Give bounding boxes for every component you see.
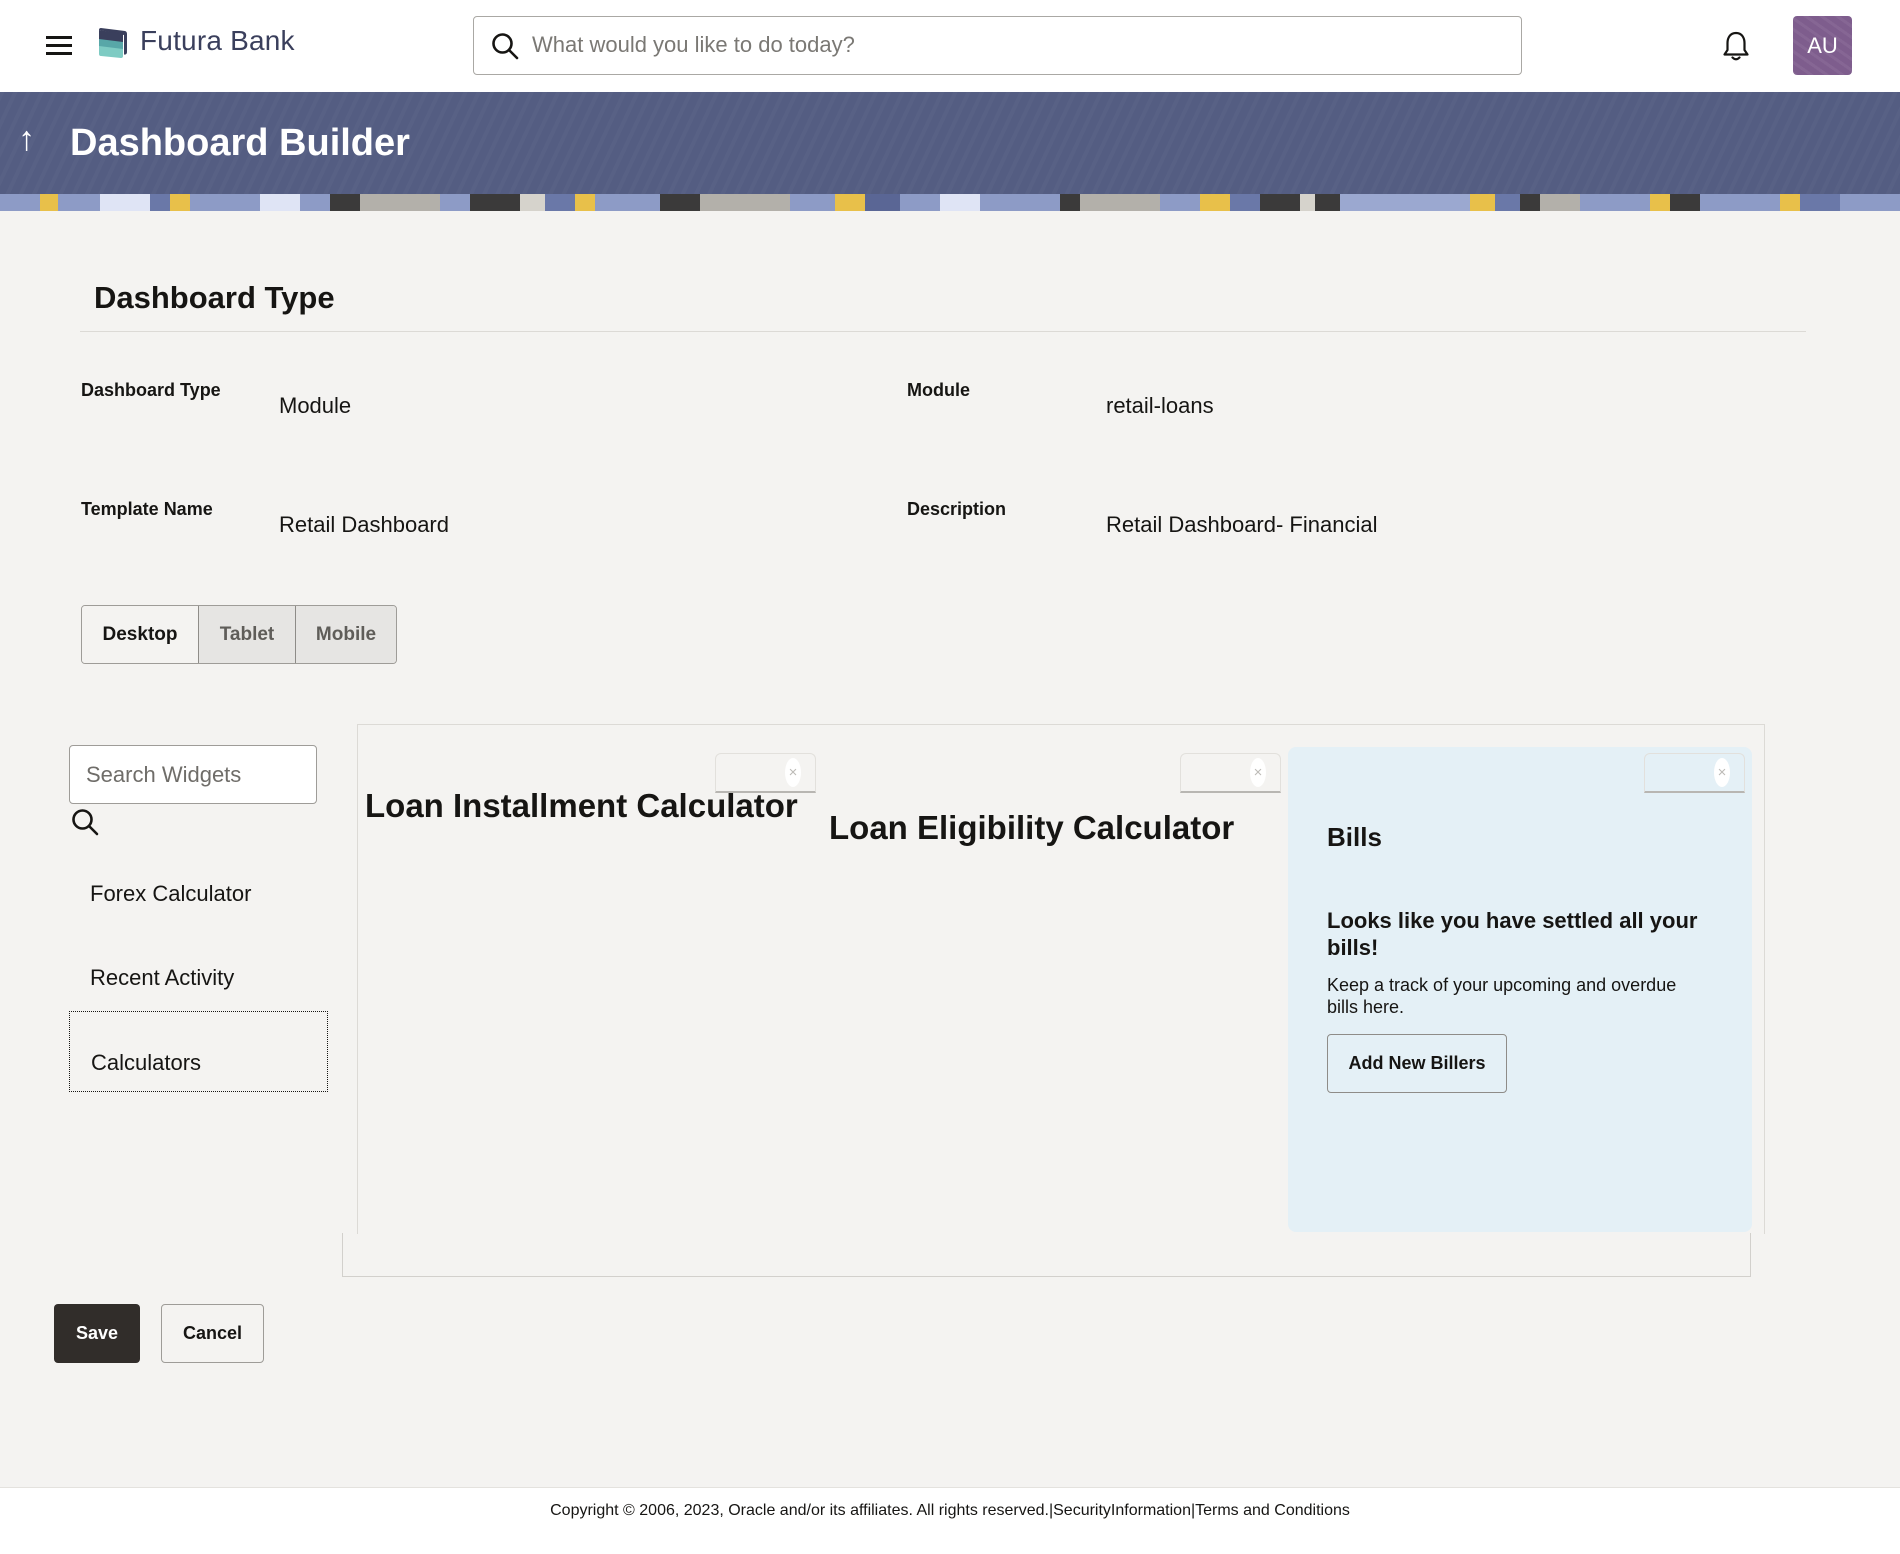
save-button[interactable]: Save [54,1304,140,1363]
tab-desktop[interactable]: Desktop [82,606,198,663]
widget-title-loan-eligibility-calculator: Loan Eligibility Calculator [829,809,1235,846]
search-widgets-field[interactable] [69,745,317,804]
global-search-input[interactable] [532,25,1492,65]
back-arrow-icon[interactable]: ↑ [18,122,35,156]
search-widgets-input[interactable] [70,746,316,803]
description-value: Retail Dashboard- Financial [1106,512,1378,537]
section-title: Dashboard Type [94,280,335,315]
search-icon[interactable] [70,807,100,837]
template-name-value: Retail Dashboard [279,512,449,537]
futura-bank-logo-icon [99,28,127,58]
section-divider [80,331,1806,332]
dashboard-type-label: Dashboard Type [81,380,221,400]
global-search-bar[interactable] [473,16,1522,75]
widget-list-item-calculators[interactable]: Calculators [69,1011,328,1092]
copyright-text: Copyright © 2006, 2023, Oracle and/or it… [550,1502,1049,1519]
widget-list-item-recent-activity[interactable]: Recent Activity [69,965,328,991]
dashboard-type-value: Module [279,393,352,418]
widget-title-loan-installment-calculator: Loan Installment Calculator [365,787,798,824]
user-avatar[interactable]: AU [1793,16,1852,75]
close-icon: × [1250,758,1266,787]
banner-decorative-strip [0,194,1900,211]
bell-icon[interactable] [1722,30,1750,62]
module-label: Module [907,380,970,400]
security-information-link[interactable]: SecurityInformation [1053,1502,1191,1519]
terms-and-conditions-link[interactable]: Terms and Conditions [1195,1502,1350,1519]
device-toggle-group: Desktop Tablet Mobile [81,605,397,664]
module-value: retail-loans [1106,393,1214,418]
avatar-initials: AU [1807,32,1838,58]
close-icon: × [1714,758,1730,787]
page-banner: ↑ Dashboard Builder [0,92,1900,211]
footer-text: Copyright © 2006, 2023, Oracle and/or it… [0,1502,1900,1520]
tab-mobile[interactable]: Mobile [295,606,396,663]
search-icon [492,33,519,60]
cancel-button[interactable]: Cancel [161,1304,264,1363]
page-title: Dashboard Builder [70,122,410,164]
add-new-billers-button[interactable]: Add New Billers [1327,1034,1507,1093]
remove-widget-button[interactable]: × [1644,753,1745,793]
close-icon: × [785,758,801,787]
description-label: Description [907,499,1007,519]
bills-widget: × Bills Looks like you have settled all … [1288,747,1752,1232]
bills-empty-heading: Looks like you have settled all your bil… [1327,908,1698,960]
tab-tablet[interactable]: Tablet [198,606,295,663]
footer: Copyright © 2006, 2023, Oracle and/or it… [0,1487,1900,1554]
bills-title: Bills [1327,822,1382,852]
top-bar: Futura Bank AU [0,0,1900,92]
brand-name: Futura Bank [140,25,295,56]
widget-list-item-forex-calculator[interactable]: Forex Calculator [69,881,328,907]
template-name-label: Template Name [81,499,213,519]
remove-widget-button[interactable]: × [1180,753,1281,793]
bills-empty-text: Keep a track of your upcoming and overdu… [1327,975,1677,1017]
dashboard-canvas-footer [342,1233,1751,1277]
hamburger-menu-icon[interactable] [44,33,74,57]
